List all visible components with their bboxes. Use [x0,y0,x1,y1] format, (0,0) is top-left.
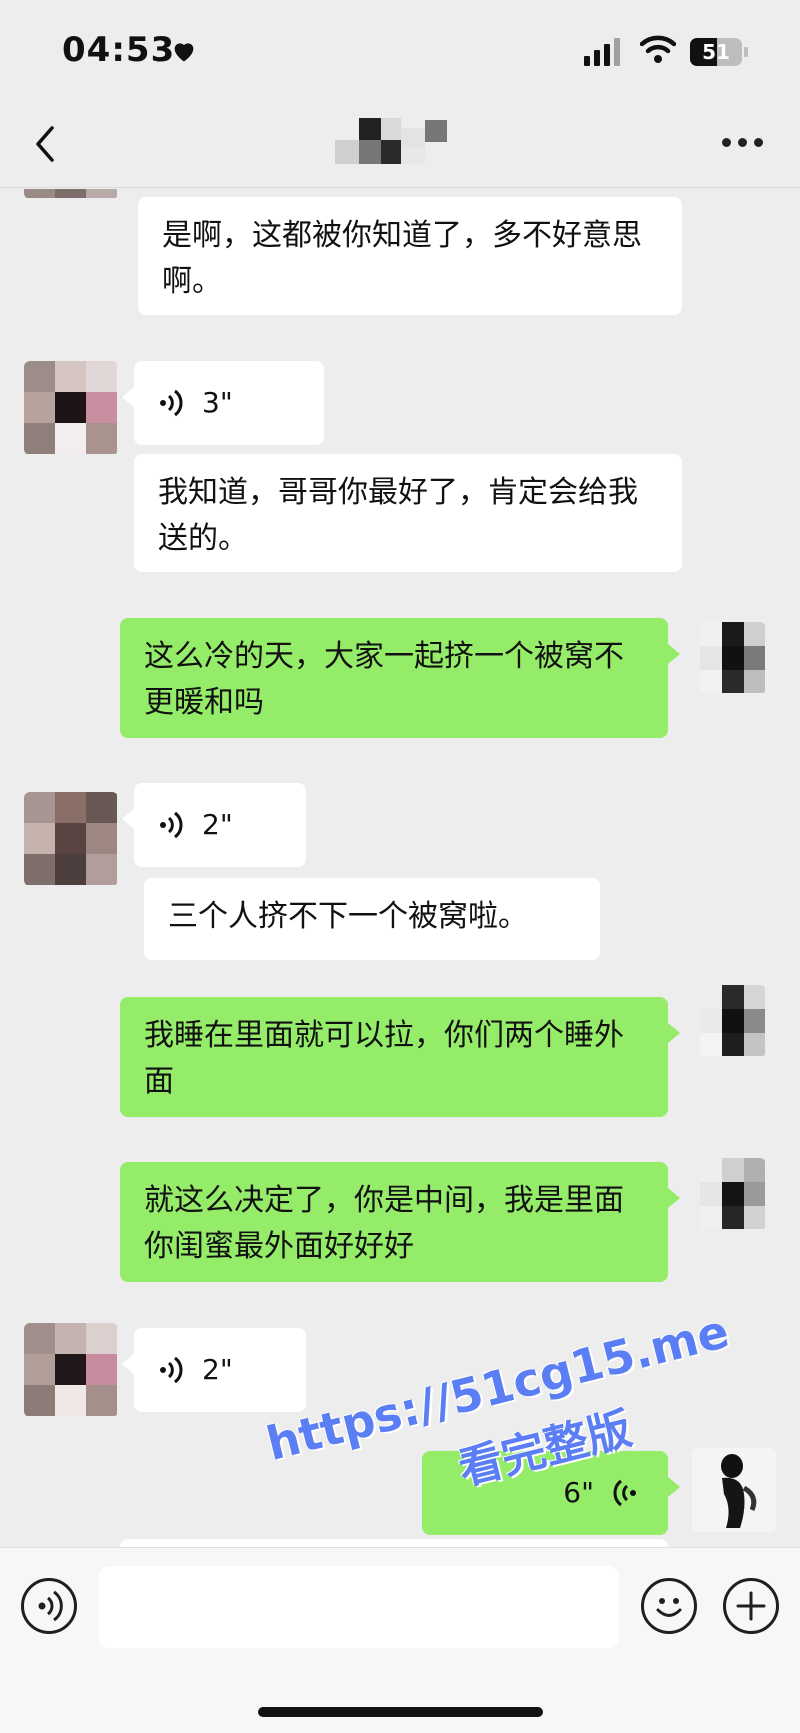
user-avatar[interactable] [692,1448,776,1532]
battery-cap [744,47,748,57]
more-functions-button[interactable] [723,1578,779,1634]
message-text: 我睡在里面就可以拉，你们两个睡外面 [144,1018,624,1099]
message-bubble-outgoing[interactable]: 我睡在里面就可以拉，你们两个睡外面 [120,997,680,1117]
status-time: 04:53 [62,30,176,70]
message-text: 这么冷的天，大家一起挤一个被窝不更暖和吗 [144,639,624,720]
message-bubble-incoming[interactable]: 是啊，这都被你知道了，多不好意思啊。 [138,197,682,315]
emoji-button[interactable] [641,1578,697,1634]
user-avatar[interactable] [700,1158,766,1230]
wifi-icon [640,35,676,63]
battery-level: 51 [702,40,730,64]
chat-header [0,100,800,188]
message-text: 是啊，这都被你知道了，多不好意思啊。 [162,218,642,299]
contact-avatar[interactable] [24,1323,118,1417]
emoji-icon [656,1598,682,1617]
message-input[interactable] [99,1566,619,1648]
plus-icon [736,1591,766,1621]
contact-avatar[interactable] [24,361,118,455]
back-icon[interactable] [30,122,60,166]
voice-message-incoming[interactable]: 2" [122,1328,306,1412]
message-bubble-incoming[interactable]: 三个人挤不下一个被窝啦。 [144,878,600,960]
message-text: 三个人挤不下一个被窝啦。 [168,899,528,934]
voice-duration: 2" [202,1353,233,1386]
voice-message-incoming[interactable]: 2" [122,783,306,867]
battery-icon: 51 [690,38,742,66]
voice-message-incoming[interactable]: 3" [122,361,324,445]
voice-input-button[interactable] [21,1578,77,1634]
message-bubble-outgoing[interactable]: 这么冷的天，大家一起挤一个被窝不更暖和吗 [120,618,680,738]
user-avatar[interactable] [700,985,766,1057]
user-avatar[interactable] [700,622,766,694]
contact-avatar[interactable] [24,792,118,886]
message-bubble-outgoing[interactable]: 就这么决定了，你是中间，我是里面你闺蜜最外面好好好 [120,1162,680,1282]
status-bar: 04:53 51 [0,0,800,100]
voice-message-outgoing[interactable]: 6" [422,1451,680,1535]
voice-duration: 2" [202,808,233,841]
voice-wave-icon [160,389,183,417]
voice-icon [38,1590,63,1622]
voice-wave-icon [160,811,183,839]
silhouette-icon [721,1454,757,1528]
contact-avatar[interactable] [24,189,118,199]
heart-icon [174,43,194,62]
chat-input-bar [0,1547,800,1733]
message-text: 就这么决定了，你是中间，我是里面你闺蜜最外面好好好 [144,1183,624,1264]
message-bubble-incoming[interactable]: 我知道，哥哥你最好了，肯定会给我送的。 [134,454,682,572]
home-indicator [258,1707,543,1717]
more-options-icon[interactable] [722,138,764,150]
message-list[interactable]: 是啊，这都被你知道了，多不好意思啊。 3" 我知道，哥哥你最好了，肯定会给我送的… [0,189,800,1547]
message-text: 我知道，哥哥你最好了，肯定会给我送的。 [158,475,638,556]
voice-duration: 3" [202,386,233,419]
message-bubble-partial[interactable] [120,1539,668,1547]
voice-wave-icon [160,1356,183,1384]
chat-title-redacted [335,118,455,170]
voice-wave-icon [613,1479,636,1507]
voice-duration: 6" [563,1476,594,1509]
